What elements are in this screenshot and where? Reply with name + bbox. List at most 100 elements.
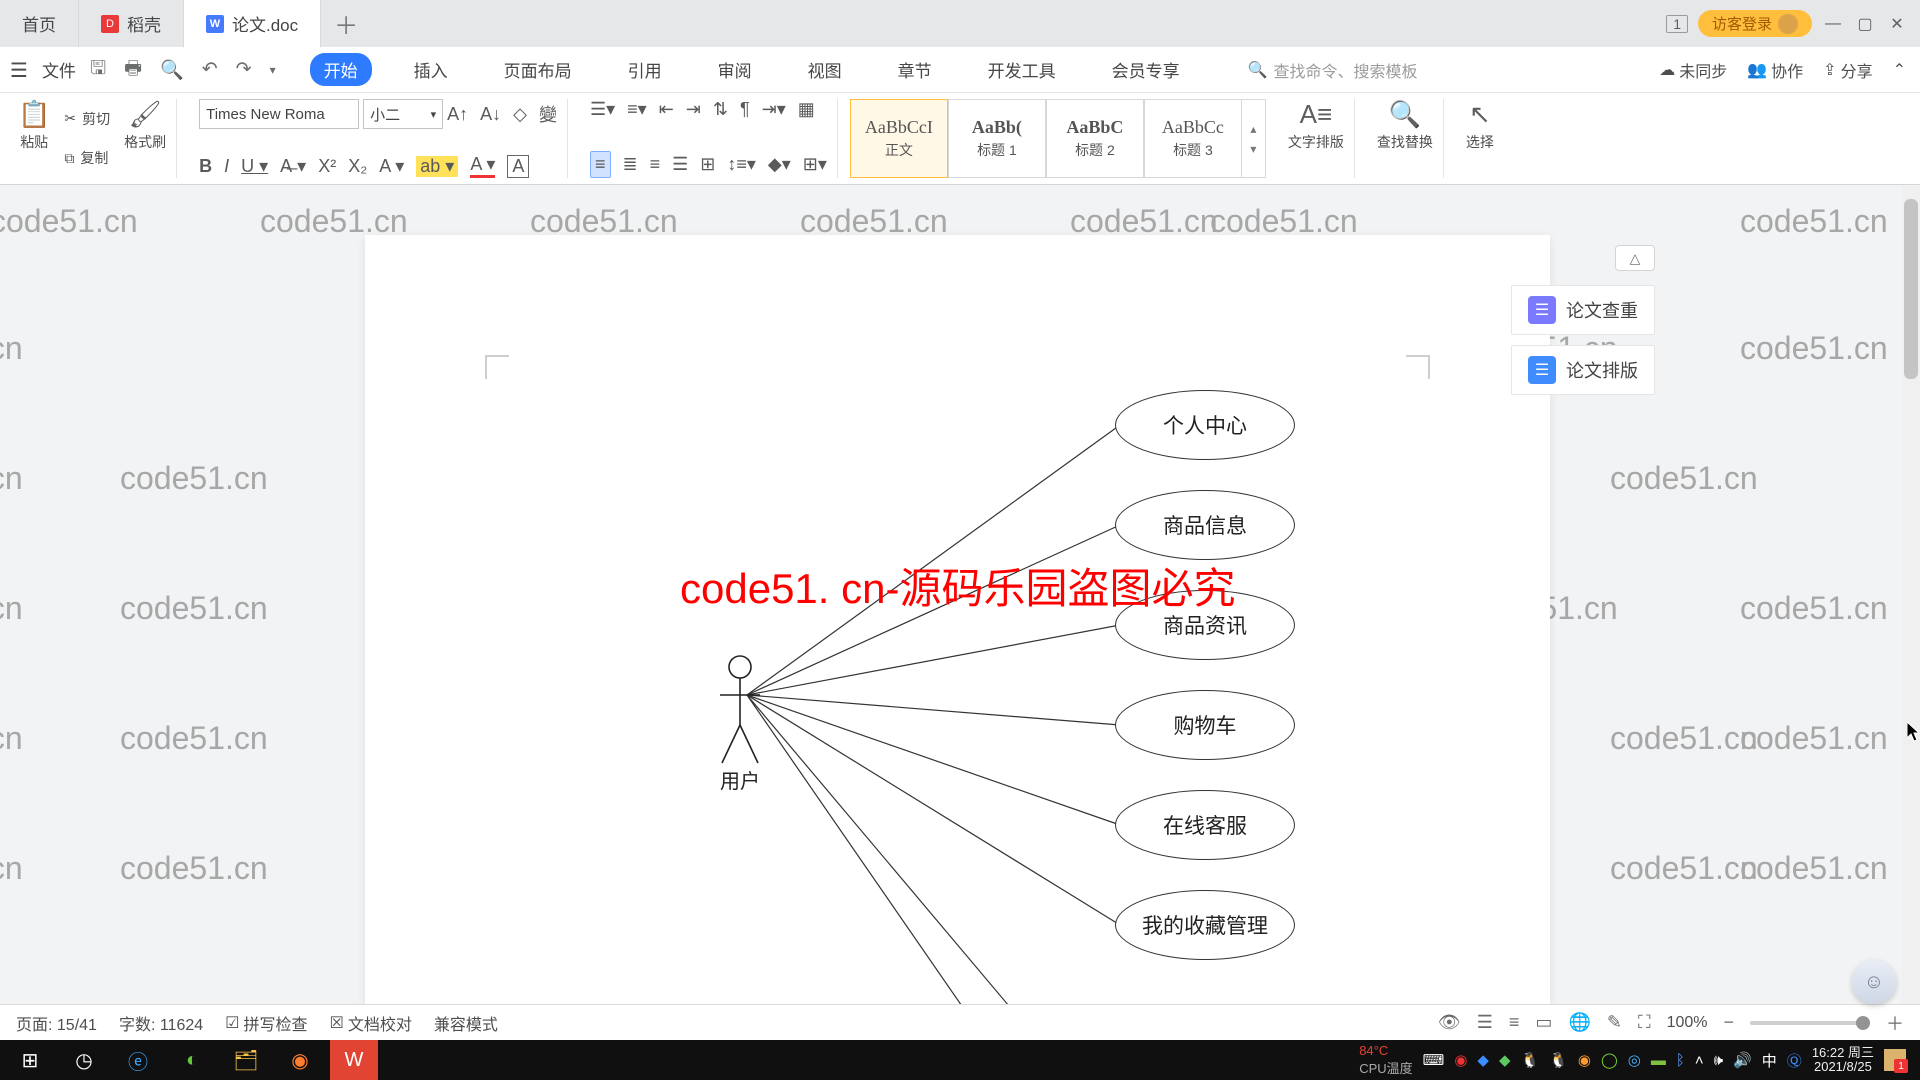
tray-icon[interactable]: ◆: [1477, 1051, 1489, 1069]
qa-dropdown-icon[interactable]: ▾: [270, 63, 276, 77]
align-justify-button[interactable]: ☰: [672, 154, 688, 175]
number-list-icon[interactable]: ≡▾: [627, 99, 647, 120]
share-button[interactable]: ⇪分享: [1823, 58, 1872, 82]
collab-button[interactable]: 👥协作: [1747, 58, 1803, 82]
ime-icon[interactable]: 中: [1762, 1050, 1777, 1071]
style-heading3[interactable]: AaBbCc标题 3: [1144, 99, 1242, 178]
show-marks-icon[interactable]: ¶: [740, 99, 750, 120]
zoom-slider-knob[interactable]: [1856, 1016, 1870, 1030]
phonetic-icon[interactable]: 變: [539, 101, 557, 127]
shrink-font-icon[interactable]: A↓: [480, 104, 501, 125]
volume-icon[interactable]: 🔊: [1733, 1051, 1752, 1069]
task-ie[interactable]: ⓔ: [114, 1040, 162, 1080]
find-replace-button[interactable]: 🔍查找替换: [1377, 99, 1433, 152]
text-layout-button[interactable]: A≡文字排版: [1288, 99, 1344, 152]
scrollbar-thumb[interactable]: [1904, 199, 1918, 379]
paper-layout-button[interactable]: ☰论文排版: [1511, 345, 1655, 395]
style-heading2[interactable]: AaBbC标题 2: [1046, 99, 1144, 178]
underline-button[interactable]: U ▾: [241, 156, 268, 177]
highlight-button[interactable]: ab ▾: [416, 156, 458, 177]
text-effect-button[interactable]: A ▾: [379, 156, 404, 177]
tray-icon[interactable]: ▬: [1651, 1052, 1666, 1069]
italic-button[interactable]: I: [224, 156, 229, 177]
style-normal[interactable]: AaBbCcI正文: [850, 99, 948, 178]
bluetooth-icon[interactable]: ᛒ: [1676, 1052, 1685, 1069]
read-view-icon[interactable]: ▭: [1535, 1012, 1552, 1033]
assistant-button[interactable]: ☺: [1852, 960, 1896, 1004]
tray-icon[interactable]: ◉: [1578, 1051, 1591, 1069]
tray-icon[interactable]: 🐧: [1549, 1051, 1568, 1069]
cut-button[interactable]: ✂剪切: [64, 109, 110, 129]
tray-expand-icon[interactable]: ˄: [1695, 1052, 1704, 1069]
ribbon-tab-pagelayout[interactable]: 页面布局: [490, 53, 586, 86]
edit-icon[interactable]: ✎: [1607, 1012, 1622, 1033]
close-button[interactable]: ✕: [1886, 13, 1908, 35]
ribbon-tab-reference[interactable]: 引用: [614, 53, 676, 86]
border-button[interactable]: ⊞▾: [803, 154, 827, 175]
task-app-2[interactable]: ◉: [276, 1040, 324, 1080]
format-painter-button[interactable]: 🖌格式刷: [124, 99, 166, 178]
maximize-button[interactable]: ▢: [1854, 13, 1876, 35]
clear-format-icon[interactable]: ◇: [513, 104, 527, 125]
notification-center[interactable]: 1: [1884, 1049, 1906, 1071]
keyboard-icon[interactable]: ⌨: [1423, 1051, 1445, 1069]
task-explorer[interactable]: 🗂: [222, 1040, 270, 1080]
tray-icon[interactable]: ◯: [1601, 1051, 1618, 1069]
page-counter[interactable]: 页面: 15/41: [16, 1011, 97, 1035]
new-tab-button[interactable]: ＋: [321, 0, 371, 47]
file-menu[interactable]: 文件: [42, 57, 76, 82]
login-button[interactable]: 访客登录: [1698, 10, 1812, 37]
subscript-button[interactable]: X₂: [348, 156, 367, 177]
tray-icon[interactable]: ◉: [1454, 1051, 1467, 1069]
preview-icon[interactable]: 🔍: [160, 58, 184, 82]
fit-width-icon[interactable]: ⛶: [1638, 1012, 1651, 1033]
document-page[interactable]: 用户 个人中心 商品信息 商品资讯 购物车 在线客服 我的收藏管理: [365, 235, 1550, 1040]
decrease-indent-icon[interactable]: ⇤: [659, 99, 674, 120]
print-icon[interactable]: 🖶: [124, 54, 142, 86]
distribute-button[interactable]: ⊞: [700, 154, 715, 175]
window-badge[interactable]: 1: [1666, 15, 1688, 33]
line-spacing-button[interactable]: ↕≡▾: [727, 154, 756, 175]
doc-check-toggle[interactable]: ☒文档校对: [330, 1011, 412, 1035]
align-left-button[interactable]: ≡: [590, 151, 611, 178]
tray-icon[interactable]: 🐧: [1521, 1051, 1540, 1069]
style-more-button[interactable]: ▴▾: [1242, 99, 1266, 178]
shading-button[interactable]: ◆▾: [768, 154, 791, 175]
save-icon[interactable]: 🖫: [90, 54, 106, 86]
redo-icon[interactable]: ↷: [236, 58, 252, 81]
tray-q-icon[interactable]: Ⓠ: [1787, 1050, 1802, 1071]
borders-icon[interactable]: ▦: [798, 99, 815, 120]
task-wps[interactable]: W: [330, 1040, 378, 1080]
char-border-button[interactable]: A: [507, 155, 529, 178]
outline-view-icon[interactable]: ≡: [1509, 1012, 1520, 1033]
bullet-list-icon[interactable]: ☰▾: [590, 99, 615, 120]
side-panel-toggle[interactable]: △: [1615, 245, 1655, 271]
spell-check-toggle[interactable]: ☑拼写检查: [225, 1011, 307, 1035]
bold-button[interactable]: B: [199, 156, 212, 177]
ribbon-tab-chapter[interactable]: 章节: [884, 53, 946, 86]
font-size-select[interactable]: 小二▾: [363, 99, 443, 129]
zoom-in-button[interactable]: ＋: [1886, 1010, 1904, 1036]
tab-daoke[interactable]: D稻壳: [79, 0, 184, 47]
eye-view-icon[interactable]: 👁: [1438, 1012, 1461, 1033]
undo-icon[interactable]: ↶: [202, 58, 218, 81]
taskbar-clock[interactable]: 16:22 周三 2021/8/25: [1812, 1046, 1874, 1075]
strike-button[interactable]: A̶ ▾: [280, 156, 306, 177]
ribbon-tab-devtools[interactable]: 开发工具: [974, 53, 1070, 86]
ribbon-tab-member[interactable]: 会员专享: [1098, 53, 1194, 86]
paper-check-button[interactable]: ☰论文查重: [1511, 285, 1655, 335]
web-view-icon[interactable]: 🌐: [1568, 1012, 1590, 1033]
ribbon-tab-insert[interactable]: 插入: [400, 53, 462, 86]
ribbon-minimize-icon[interactable]: ⌃: [1893, 60, 1906, 80]
word-counter[interactable]: 字数: 11624: [119, 1011, 203, 1035]
zoom-slider[interactable]: [1750, 1021, 1870, 1025]
document-area[interactable]: code51.cn code51.cn code51.cn code51.cn …: [0, 185, 1920, 1040]
tab-home[interactable]: 首页: [0, 0, 79, 47]
print-layout-icon[interactable]: ☰: [1477, 1012, 1493, 1033]
tab-document[interactable]: W论文.doc: [184, 0, 321, 47]
font-name-select[interactable]: Times New Roma: [199, 99, 359, 129]
command-search[interactable]: 🔍 查找命令、搜索模板: [1248, 58, 1418, 82]
grow-font-icon[interactable]: A↑: [447, 104, 468, 125]
select-button[interactable]: ↖选择: [1466, 99, 1494, 152]
start-button[interactable]: ⊞: [6, 1040, 54, 1080]
